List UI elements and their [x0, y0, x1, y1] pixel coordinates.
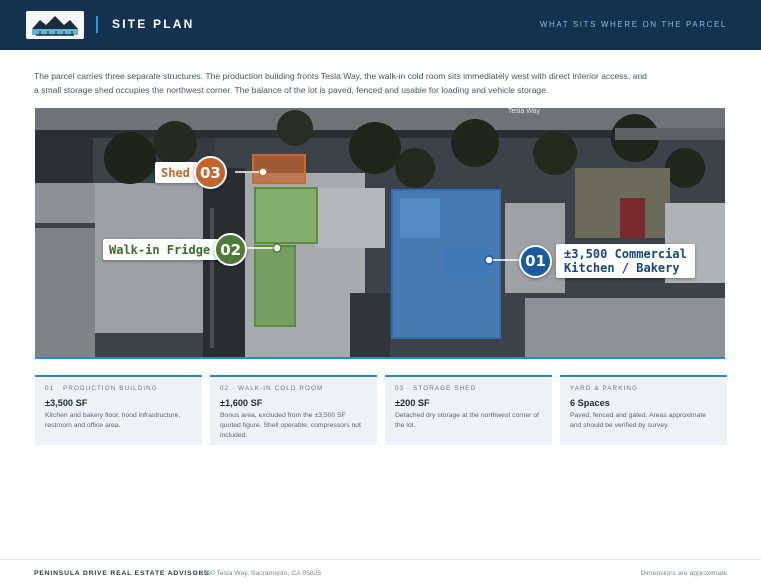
card-kicker: 01 · PRODUCTION BUILDING [45, 385, 158, 392]
footer-note: Dimensions are approximate [640, 570, 727, 577]
company-logo [26, 11, 84, 39]
card-yard-parking: YARD & PARKING 6 Spaces Paved, fenced an… [560, 375, 727, 445]
page-title: SITE PLAN [112, 17, 195, 31]
callout-kitchen-label-line1: ±3,500 Commercial [564, 247, 687, 261]
card-description: Bonus area, excluded from the ±3,500 SF … [220, 412, 361, 439]
map-underline [35, 357, 725, 359]
callout-shed-number: 03 [193, 156, 227, 189]
page-tagline: WHAT SITS WHERE ON THE PARCEL [539, 20, 727, 29]
callout-shed-label: Shed [155, 162, 198, 183]
card-description: Paved, fenced and gated. Areas approxima… [570, 412, 707, 429]
street-label: Tesla Way [508, 108, 541, 115]
callout-fridge-label: Walk-in Fridge [103, 239, 219, 260]
aerial-site-map: Tesla Way Shed 03 Walk-in Fridge 02 01 ±… [35, 108, 725, 358]
card-storage-shed: 03 · STORAGE SHED ±200 SF Detached dry s… [385, 375, 552, 445]
callout-fridge: Walk-in Fridge 02 [103, 233, 248, 266]
card-walk-in-cold-room: 02 · WALK-IN COLD ROOM ±1,600 SF Bonus a… [210, 375, 377, 445]
callout-kitchen: 01 ±3,500 Commercial Kitchen / Bakery [519, 244, 695, 278]
summary-cards: 01 · PRODUCTION BUILDING ±3,500 SF Kitch… [35, 375, 727, 445]
card-production-building: 01 · PRODUCTION BUILDING ±3,500 SF Kitch… [35, 375, 202, 445]
card-description: Kitchen and bakery floor, hood infrastru… [45, 412, 181, 429]
card-value: ±200 SF [395, 398, 430, 408]
card-value: ±1,600 SF [220, 398, 263, 408]
header-divider [96, 16, 98, 33]
intro-paragraph: The parcel carries three separate struct… [34, 71, 647, 95]
callout-kitchen-label: ±3,500 Commercial Kitchen / Bakery [556, 244, 695, 278]
footer-address: – 2530 Tesla Way, Sacramento, CA 95825 [194, 570, 322, 577]
callout-kitchen-number: 01 [519, 244, 552, 278]
card-kicker: YARD & PARKING [570, 385, 639, 392]
footer-firm-name: PENINSULA DRIVE REAL ESTATE ADVISORS [34, 570, 210, 577]
card-kicker: 02 · WALK-IN COLD ROOM [220, 385, 324, 392]
card-description: Detached dry storage at the northwest co… [395, 412, 539, 429]
callout-fridge-number: 02 [214, 233, 248, 266]
footer-divider [0, 559, 761, 560]
header-bar: SITE PLAN WHAT SITS WHERE ON THE PARCEL [0, 0, 761, 50]
card-value: 6 Spaces [570, 398, 610, 408]
callout-shed: Shed 03 [155, 156, 227, 189]
card-value: ±3,500 SF [45, 398, 88, 408]
callout-kitchen-label-line2: Kitchen / Bakery [564, 261, 680, 275]
card-kicker: 03 · STORAGE SHED [395, 385, 477, 392]
